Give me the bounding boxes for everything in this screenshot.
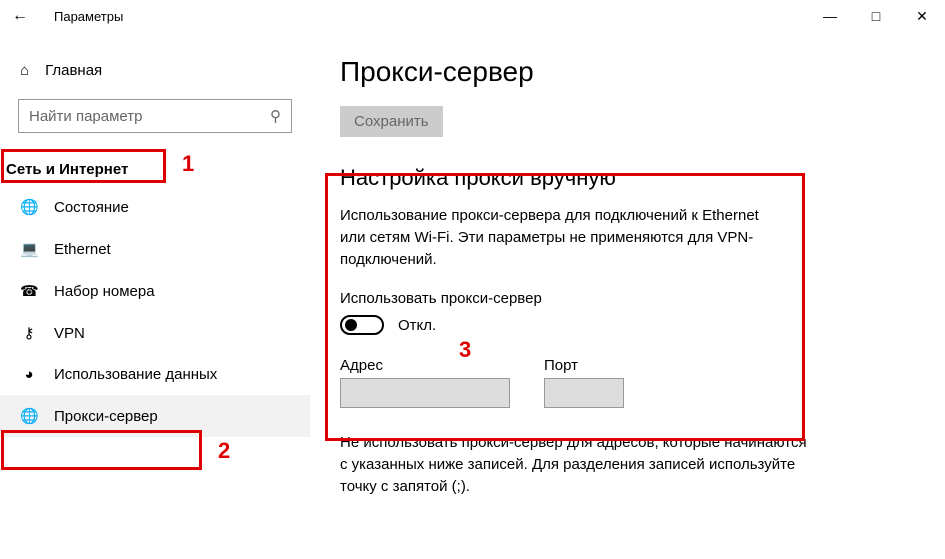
search-input[interactable]: Найти параметр ⚲ (18, 99, 292, 133)
toggle-state-text: Откл. (398, 317, 436, 334)
search-icon: ⚲ (270, 107, 281, 125)
sidebar-item-data-usage[interactable]: ◕ Использование данных (0, 354, 310, 395)
sidebar-item-proxy[interactable]: 🌐 Прокси-сервер (0, 395, 310, 437)
category-network[interactable]: Сеть и Интернет (0, 153, 146, 186)
sidebar-item-label: VPN (54, 325, 85, 342)
ethernet-icon: 💻 (20, 240, 38, 258)
address-label: Адрес (340, 357, 510, 374)
port-label: Порт (544, 357, 624, 374)
proxy-icon: 🌐 (20, 407, 38, 425)
content-pane: Прокси-сервер Сохранить Настройка прокси… (310, 32, 945, 559)
back-button[interactable]: ← (0, 7, 40, 25)
save-button[interactable]: Сохранить (340, 106, 443, 137)
sidebar-item-label: Набор номера (54, 283, 155, 300)
minimize-button[interactable]: — (807, 0, 853, 32)
sidebar-home[interactable]: ⌂ Главная (0, 56, 310, 85)
use-proxy-toggle[interactable] (340, 315, 384, 335)
close-button[interactable]: ✕ (899, 0, 945, 32)
sidebar-home-label: Главная (45, 62, 102, 79)
sidebar-item-status[interactable]: 🌐 Состояние (0, 186, 310, 228)
exclusion-text: Не использовать прокси-сервер для адресо… (340, 432, 810, 497)
address-input[interactable] (340, 378, 510, 408)
home-icon: ⌂ (20, 62, 29, 79)
titlebar: ← Параметры — □ ✕ (0, 0, 945, 32)
sidebar-item-label: Использование данных (54, 366, 217, 383)
data-usage-icon: ◕ (20, 366, 38, 383)
vpn-icon: ⚷ (20, 324, 38, 342)
sidebar: ⌂ Главная Найти параметр ⚲ Сеть и Интерн… (0, 32, 310, 559)
port-input[interactable] (544, 378, 624, 408)
sidebar-item-label: Ethernet (54, 241, 111, 258)
dialup-icon: ☎ (20, 282, 38, 300)
window-title: Параметры (54, 9, 123, 24)
sidebar-item-label: Состояние (54, 199, 129, 216)
page-title: Прокси-сервер (340, 56, 915, 88)
globe-icon: 🌐 (20, 198, 38, 216)
sidebar-item-ethernet[interactable]: 💻 Ethernet (0, 228, 310, 270)
sidebar-item-dialup[interactable]: ☎ Набор номера (0, 270, 310, 312)
section-description: Использование прокси-сервера для подключ… (340, 205, 770, 270)
search-placeholder: Найти параметр (29, 108, 143, 125)
maximize-button[interactable]: □ (853, 0, 899, 32)
section-title: Настройка прокси вручную (340, 165, 915, 191)
sidebar-item-vpn[interactable]: ⚷ VPN (0, 312, 310, 354)
use-proxy-label: Использовать прокси-сервер (340, 290, 915, 307)
sidebar-item-label: Прокси-сервер (54, 408, 158, 425)
